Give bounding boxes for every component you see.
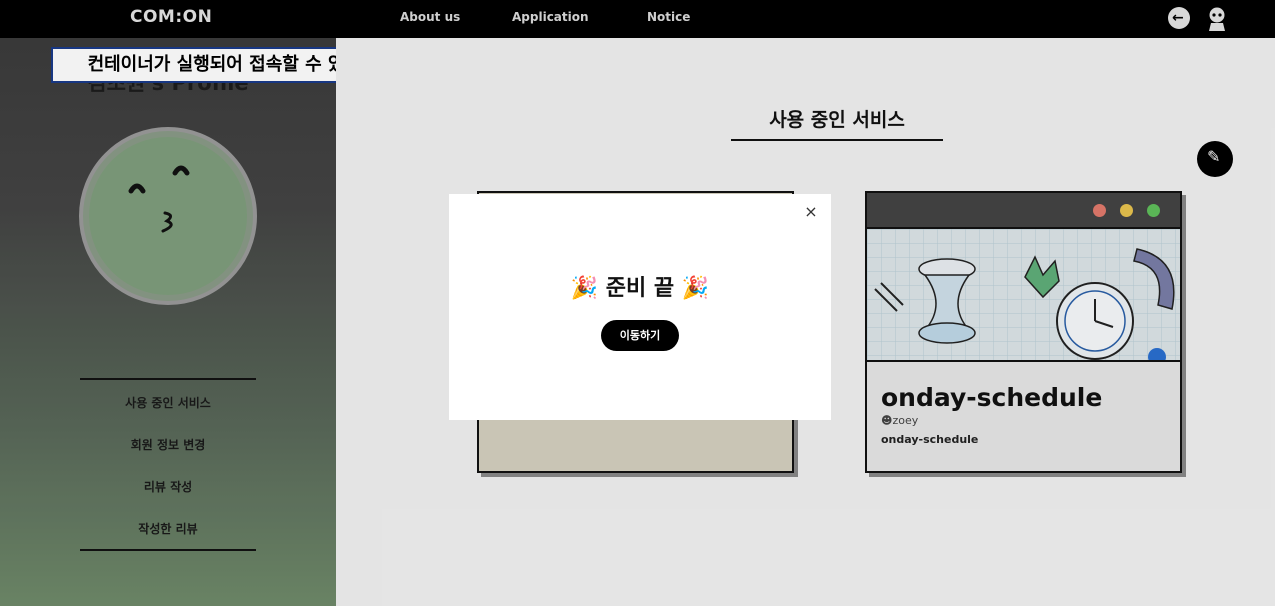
nav-about-us[interactable]: About us [400,10,460,24]
top-nav-bar: COM:ON About us Application Notice ← [0,0,1275,38]
nav-application[interactable]: Application [512,10,589,24]
party-icon: 🎉 [570,276,599,301]
modal-title: 🎉 준비 끝 🎉 [570,276,710,301]
user-avatar-icon[interactable] [1206,6,1228,32]
nav-notice[interactable]: Notice [647,10,690,24]
site-logo[interactable]: COM:ON [130,7,212,27]
back-arrow-icon[interactable]: ← [1168,7,1190,29]
party-icon: 🎉 [681,276,710,301]
go-button[interactable]: 이동하기 [601,320,679,351]
ready-modal: × 🎉 준비 끝 🎉 이동하기 [449,194,831,420]
close-icon[interactable]: × [803,204,819,220]
